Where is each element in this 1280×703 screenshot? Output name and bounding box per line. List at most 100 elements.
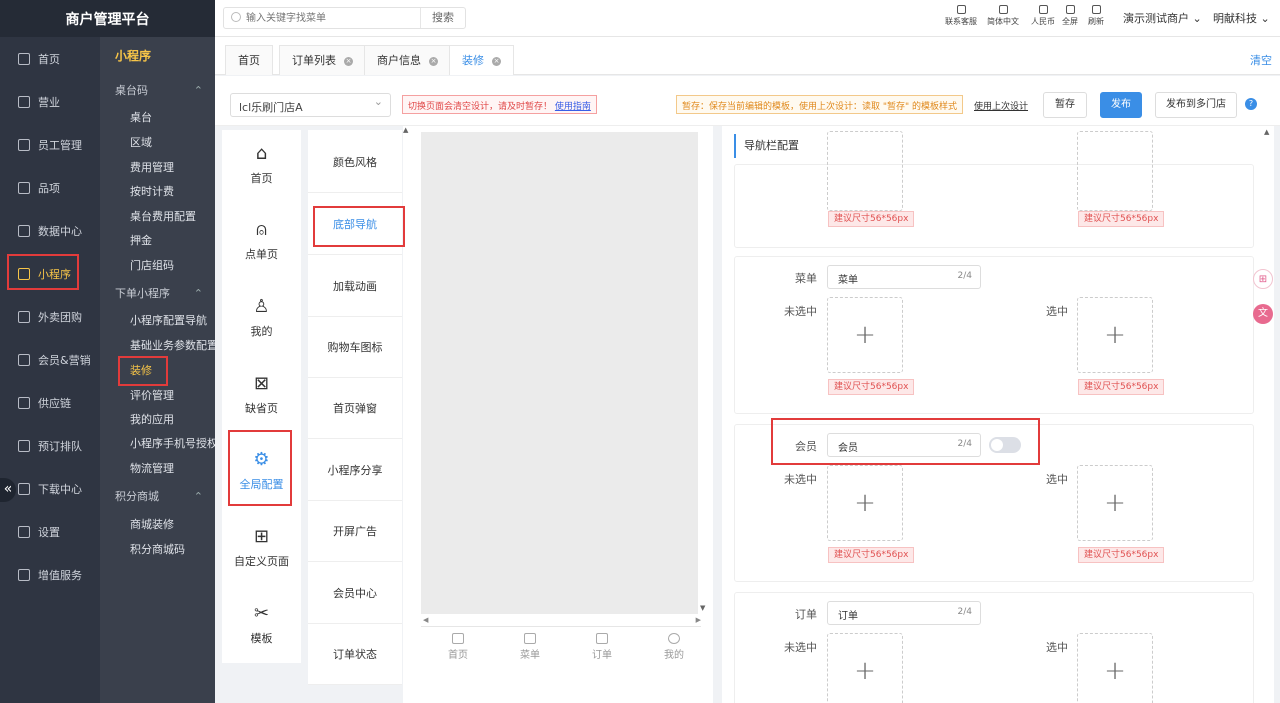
page-type-home[interactable]: ⌂ 首页	[222, 130, 301, 206]
entry-visibility-toggle[interactable]	[989, 437, 1021, 453]
currency-button[interactable]: 人民币	[1031, 5, 1055, 27]
search-button[interactable]: 搜索	[420, 8, 465, 28]
sidebar-item-addons[interactable]: 增值服务	[0, 555, 100, 595]
config-home-popup[interactable]: 首页弹窗	[308, 378, 402, 439]
sidebar-item-booking[interactable]: 预订排队	[0, 426, 100, 466]
refresh-button[interactable]: 刷新	[1088, 5, 1104, 27]
nav-entry-card-order: 订单 订单 2/4 未选中 + 选中 +	[734, 592, 1254, 703]
sidebar-item-members[interactable]: 会员&营销	[0, 340, 100, 380]
submenu-item-table[interactable]: 桌台	[100, 107, 215, 129]
close-icon[interactable]: ×	[429, 57, 438, 66]
upload-selected-plus-icon[interactable]: +	[1077, 465, 1153, 541]
publish-multi-store-button[interactable]: 发布到多门店	[1155, 92, 1237, 118]
submenu-item-logistics[interactable]: 物流管理	[100, 458, 215, 480]
entry-name-input[interactable]: 菜单 2/4	[827, 265, 981, 289]
submenu-item-my-apps[interactable]: 我的应用	[100, 409, 215, 431]
mid-nav-scrollbar[interactable]: ▲	[403, 126, 411, 703]
submenu-item-points-mall-code[interactable]: 积分商城码	[100, 539, 215, 561]
config-bottom-nav[interactable]: 底部导航	[308, 194, 402, 255]
tab-home[interactable]: 首页	[225, 45, 273, 75]
submenu-item-config-nav[interactable]: 小程序配置导航	[100, 310, 215, 332]
use-last-design-link[interactable]: 使用上次设计	[974, 99, 1028, 112]
submenu-item-fees[interactable]: 费用管理	[100, 157, 215, 179]
preview-tab-mine[interactable]: 我的	[654, 633, 694, 661]
preview-tab-orders[interactable]: 订单	[582, 633, 622, 661]
contact-support-button[interactable]: 联系客服	[945, 5, 977, 27]
sidebar-item-settings[interactable]: 设置	[0, 512, 100, 552]
upload-unselected-plus-icon[interactable]: +	[827, 465, 903, 541]
submenu-item-timed-billing[interactable]: 按时计费	[100, 181, 215, 203]
translate-float-icon[interactable]: 文	[1253, 304, 1273, 324]
help-icon[interactable]: ?	[1245, 98, 1257, 110]
submenu-item-area[interactable]: 区域	[100, 132, 215, 154]
entry-name-input[interactable]: 会员 2/4	[827, 433, 981, 457]
page-type-template[interactable]: ✂ 模板	[222, 590, 301, 666]
publish-button[interactable]: 发布	[1100, 92, 1142, 118]
submenu-group-tablecode[interactable]: 桌台码	[100, 80, 215, 102]
page-type-default[interactable]: ⊠ 缺省页	[222, 360, 301, 436]
upload-unselected-plus-icon[interactable]: +	[827, 297, 903, 373]
preview-tab-home[interactable]: 首页	[438, 633, 478, 661]
calendar-icon	[18, 96, 30, 108]
upload-selected-plus-icon[interactable]: +	[1077, 297, 1153, 373]
menu-icon	[524, 633, 536, 644]
tab-order-list[interactable]: 订单列表 ×	[279, 45, 366, 75]
upload-selected-plus-icon[interactable]: +	[1077, 633, 1153, 703]
close-icon[interactable]: ×	[344, 57, 353, 66]
save-draft-button[interactable]: 暂存	[1043, 92, 1087, 118]
merchant-dropdown[interactable]: 演示测试商户 ⌄	[1123, 10, 1202, 26]
config-scrollbar[interactable]: ▲	[1262, 126, 1274, 703]
tab-decoration[interactable]: 装修 ×	[449, 45, 514, 75]
submenu-item-deposit[interactable]: 押金	[100, 230, 215, 252]
submenu-item-phone-auth[interactable]: 小程序手机号授权	[100, 433, 215, 455]
store-select[interactable]: lcl乐刷门店A	[230, 93, 391, 117]
clear-tabs-button[interactable]: 清空	[1250, 52, 1272, 68]
sidebar-item-label: 下载中心	[38, 483, 82, 496]
submenu-item-basic-params[interactable]: 基础业务参数配置	[100, 335, 215, 357]
sidebar-item-products[interactable]: 品项	[0, 168, 100, 208]
sidebar-item-miniprogram[interactable]: 小程序	[0, 254, 100, 294]
config-order-status[interactable]: 订单状态	[308, 624, 402, 685]
sidebar-item-business[interactable]: 营业	[0, 82, 100, 122]
apps-float-icon[interactable]: ⊞	[1253, 269, 1273, 289]
upload-unselected-plus-icon[interactable]: +	[827, 633, 903, 703]
config-splash-ad[interactable]: 开屏广告	[308, 501, 402, 562]
tab-merchant-info[interactable]: 商户信息 ×	[364, 45, 451, 75]
submenu-item-reviews[interactable]: 评价管理	[100, 385, 215, 407]
sidebar-item-data[interactable]: 数据中心	[0, 211, 100, 251]
preview-tab-menu[interactable]: 菜单	[510, 633, 550, 661]
sidebar-item-delivery[interactable]: 外卖团购	[0, 297, 100, 337]
config-loading-animation[interactable]: 加载动画	[308, 256, 402, 317]
upload-unselected-icon[interactable]	[827, 131, 903, 211]
submenu-item-decoration[interactable]: 装修	[100, 360, 215, 382]
page-type-global-config[interactable]: ⚙ 全局配置	[222, 436, 301, 512]
language-button[interactable]: 简体中文	[987, 5, 1019, 27]
size-hint: 建议尺寸56*56px	[828, 547, 915, 563]
config-share[interactable]: 小程序分享	[308, 440, 402, 501]
search-input[interactable]	[246, 10, 416, 26]
submenu-item-mall-decoration[interactable]: 商城装修	[100, 514, 215, 536]
config-cart-icon[interactable]: 购物车图标	[308, 317, 402, 378]
upload-selected-icon[interactable]	[1077, 131, 1153, 211]
page-type-mine[interactable]: ♙ 我的	[222, 283, 301, 359]
config-member-center[interactable]: 会员中心	[308, 563, 402, 624]
page-type-order[interactable]: ⍝ 点单页	[222, 206, 301, 282]
sidebar-item-supply[interactable]: 供应链	[0, 383, 100, 423]
entry-name-input[interactable]: 订单 2/4	[827, 601, 981, 625]
page-type-custom[interactable]: ⊞ 自定义页面	[222, 513, 301, 589]
person-icon	[18, 354, 30, 366]
preview-hscrollbar[interactable]: ◀ ▶	[421, 616, 701, 626]
submenu-group-points-mall[interactable]: 积分商城	[100, 486, 215, 508]
preview-canvas	[421, 132, 698, 614]
config-color-style[interactable]: 颜色风格	[308, 132, 402, 193]
usage-guide-link[interactable]: 使用指南	[555, 102, 591, 112]
submenu-item-store-group-code[interactable]: 门店组码	[100, 255, 215, 277]
sidebar-item-staff[interactable]: 员工管理	[0, 125, 100, 165]
submenu-item-table-fee-config[interactable]: 桌台费用配置	[100, 206, 215, 228]
company-dropdown[interactable]: 明献科技 ⌄	[1213, 10, 1270, 26]
submenu-group-order-miniprogram[interactable]: 下单小程序	[100, 283, 215, 305]
fullscreen-button[interactable]: 全屏	[1062, 5, 1078, 27]
preview-scroll-down-icon[interactable]: ▼	[700, 604, 705, 612]
sidebar-item-home[interactable]: 首页	[0, 39, 100, 79]
close-icon[interactable]: ×	[492, 57, 501, 66]
